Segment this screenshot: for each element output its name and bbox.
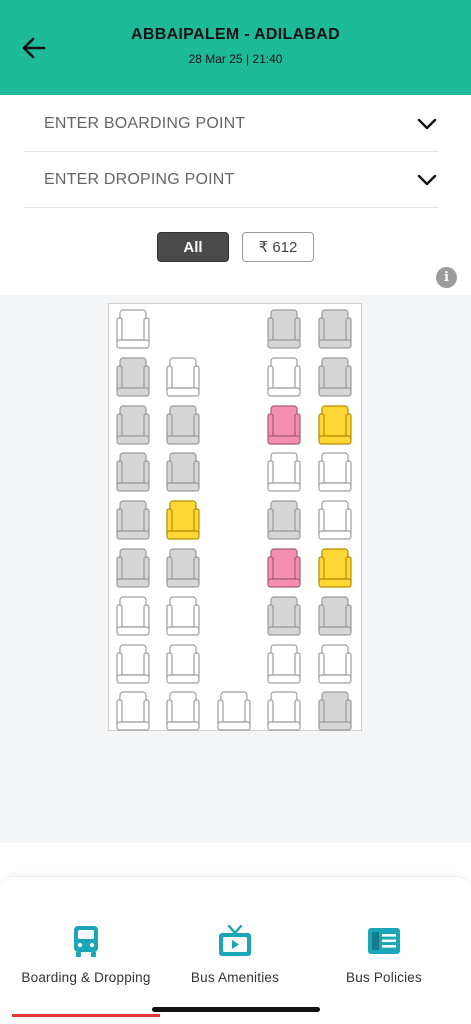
seat-booked: [267, 500, 301, 540]
seat-icon: [318, 357, 352, 397]
tab-bus-policies[interactable]: Bus Policies: [330, 924, 438, 998]
app-header: ABBAIPALEM - ADILABAD 28 Mar 25 | 21:40: [0, 0, 471, 95]
policy-card-icon: [368, 928, 400, 954]
seat-available[interactable]: [217, 691, 251, 731]
seat-icon: [267, 452, 301, 492]
tab-label: Bus Amenities: [190, 970, 280, 985]
seat-icon: [318, 500, 352, 540]
seat-icon: [267, 596, 301, 636]
seat-booked: [116, 404, 150, 445]
seat-icon: [318, 643, 352, 684]
seat-available[interactable]: [166, 691, 200, 731]
seat-icon: [267, 309, 301, 349]
seat-icon: [267, 643, 301, 684]
seat-icon: [116, 404, 150, 445]
seat-available[interactable]: [267, 452, 301, 492]
seat-available[interactable]: [267, 357, 301, 397]
seat-available[interactable]: [116, 691, 150, 731]
dropping-point-label: ENTER DROPING POINT: [44, 171, 235, 188]
filter-all-button[interactable]: All: [157, 232, 229, 262]
boarding-point-select[interactable]: ENTER BOARDING POINT: [24, 96, 438, 152]
seat-icon: [166, 357, 200, 397]
seat-icon: [267, 357, 301, 397]
seat-yellow[interactable]: [318, 404, 352, 445]
seat-ladies[interactable]: [267, 548, 301, 588]
seat-icon: [166, 404, 200, 445]
seat-available[interactable]: [318, 500, 352, 540]
seat-icon: [116, 691, 150, 731]
seat-booked: [318, 596, 352, 636]
seat-available[interactable]: [116, 596, 150, 636]
dropping-point-select[interactable]: ENTER DROPING POINT: [24, 152, 438, 208]
seat-icon: [116, 500, 150, 540]
home-indicator: [152, 1007, 320, 1012]
seat-yellow[interactable]: [166, 500, 200, 540]
seat-icon: [166, 596, 200, 636]
seat-available[interactable]: [318, 452, 352, 492]
seat-icon: [116, 596, 150, 636]
seat-available[interactable]: [166, 596, 200, 636]
active-tab-indicator: [12, 1014, 160, 1017]
tab-label: Boarding & Dropping: [21, 970, 151, 985]
seat-icon: [166, 452, 200, 492]
journey-datetime: 28 Mar 25 | 21:40: [188, 52, 283, 66]
seat-ladies[interactable]: [267, 404, 301, 445]
seat-booked: [116, 357, 150, 397]
seat-booked: [116, 548, 150, 588]
seat-available[interactable]: [267, 691, 301, 731]
tab-bus-amenities[interactable]: Bus Amenities: [175, 924, 295, 998]
tv-icon: [219, 924, 251, 956]
bus-icon: [74, 926, 98, 957]
seat-available[interactable]: [116, 643, 150, 684]
seat-booked: [318, 309, 352, 349]
seat-icon: [267, 691, 301, 731]
seat-icon: [116, 452, 150, 492]
seat-icon: [116, 357, 150, 397]
info-icon[interactable]: i: [436, 267, 457, 288]
seat-available[interactable]: [166, 357, 200, 397]
seat-icon: [116, 643, 150, 684]
seat-icon: [166, 548, 200, 588]
seat-icon: [318, 309, 352, 349]
seat-yellow[interactable]: [318, 548, 352, 588]
seat-booked: [116, 452, 150, 492]
seat-icon: [318, 691, 352, 731]
boarding-point-label: ENTER BOARDING POINT: [44, 115, 246, 132]
seat-icon: [267, 548, 301, 588]
seat-deck: [108, 303, 362, 731]
seat-booked: [166, 452, 200, 492]
seat-icon: [116, 548, 150, 588]
seat-available[interactable]: [116, 309, 150, 349]
seat-icon: [217, 691, 251, 731]
tab-boarding-dropping[interactable]: Boarding & Dropping: [10, 924, 162, 998]
seat-available[interactable]: [166, 643, 200, 684]
route-title: ABBAIPALEM - ADILABAD: [131, 26, 340, 43]
seat-icon: [267, 500, 301, 540]
seat-booked: [116, 500, 150, 540]
seat-available[interactable]: [318, 643, 352, 684]
seat-booked: [267, 309, 301, 349]
seat-icon: [267, 404, 301, 445]
seat-booked: [318, 357, 352, 397]
seat-icon: [318, 452, 352, 492]
seat-icon: [166, 691, 200, 731]
seat-icon: [318, 548, 352, 588]
seat-booked: [318, 691, 352, 731]
seat-booked: [166, 404, 200, 445]
seat-booked: [267, 596, 301, 636]
seat-icon: [166, 643, 200, 684]
seat-available[interactable]: [267, 643, 301, 684]
chevron-down-icon: [417, 174, 437, 186]
seat-icon: [116, 309, 150, 349]
seat-icon: [166, 500, 200, 540]
seat-icon: [318, 596, 352, 636]
seat-icon: [318, 404, 352, 445]
tab-label: Bus Policies: [346, 970, 422, 985]
filter-price-button[interactable]: ₹ 612: [242, 232, 314, 262]
chevron-down-icon: [417, 118, 437, 130]
seat-booked: [166, 548, 200, 588]
